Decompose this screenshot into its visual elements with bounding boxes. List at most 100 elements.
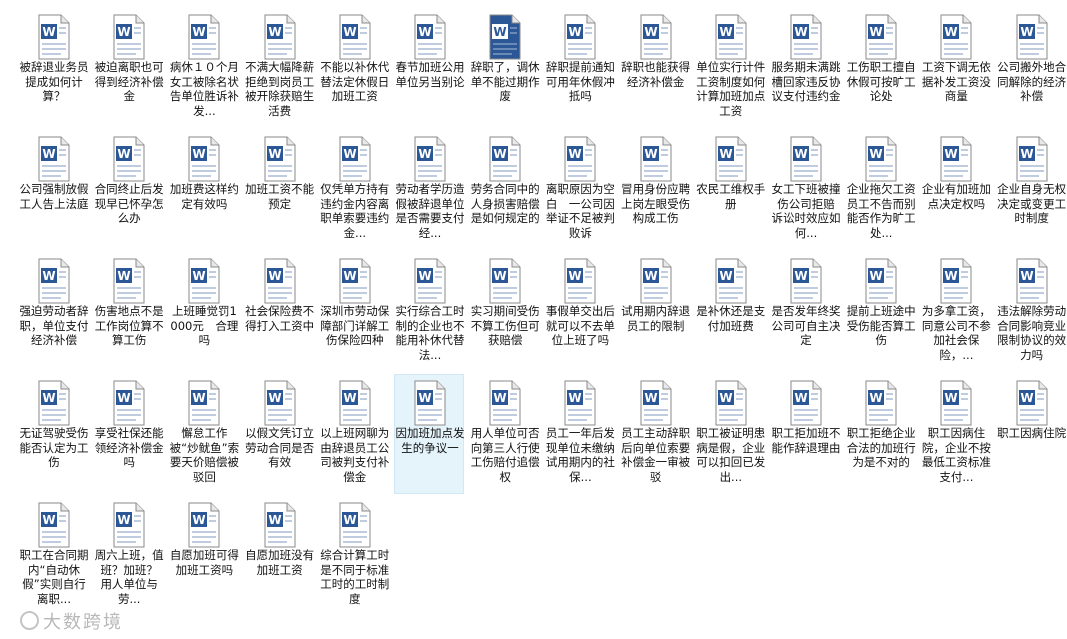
svg-text:W: W [42,269,55,283]
svg-text:W: W [1020,269,1033,283]
file-item[interactable]: W 企业有加班加点决定权吗 [920,130,991,250]
file-item[interactable]: W 懈怠工作被“炒鱿鱼”索要天价赔偿被驳回 [168,374,239,494]
file-item[interactable]: W 劳动者学历造假被辞退单位是否需要支付经... [394,130,465,250]
file-item[interactable]: W 女工下班被撞伤公司拒赔 诉讼时效应如何... [770,130,841,250]
file-item[interactable]: W 综合计算工时是不同于标准工时的工时制度 [319,496,389,616]
file-label: 离职原因为空白 一公司因举证不足被判败诉 [545,182,615,240]
svg-text:W: W [193,513,206,527]
file-item[interactable]: W 辞职也能获得经济补偿金 [620,8,690,128]
file-item[interactable]: W 冒用身份应聘上岗左眼受伤构成工伤 [620,130,690,250]
file-item[interactable]: W 事假单交出后就可以不去单位上班了吗 [544,252,615,372]
word-document-icon: W [414,136,446,182]
file-item[interactable]: W 员工主动辞职后向单位索要补偿金一审被驳 [620,374,690,494]
word-document-icon: W [790,258,822,304]
file-label: 被辞退业务员提成如何计算？ [19,60,89,103]
file-label: 辞职也能获得经济补偿金 [621,60,691,89]
file-item[interactable]: W 企业拖欠工资员工不告而别能否作为旷工处... [845,130,916,250]
file-item[interactable]: W 实行综合工时制的企业也不能用补休代替法... [394,252,465,372]
file-item[interactable]: W 工资下调无依据补发工资没商量 [920,8,991,128]
file-item[interactable]: W 职工在合同期内“自动休假”实则自行离职... [18,496,89,616]
file-item[interactable]: W 试用期内辞退员工的限制 [620,252,690,372]
word-document-icon: W [339,136,371,182]
file-item[interactable]: W 职工被证明患病是假，企业可以扣回已发出... [695,374,765,494]
file-item[interactable]: W 享受社保还能领经济补偿金吗 [93,374,164,494]
word-document-icon: W [790,14,822,60]
svg-text:W: W [418,269,431,283]
file-item[interactable]: W 公司搬外地合同解除的经济补偿 [996,8,1066,128]
file-label: 提前上班途中受伤能否算工伤 [846,304,916,347]
file-item[interactable]: W 自愿加班可得加班工资吗 [168,496,239,616]
file-item[interactable]: W 为多拿工资，同意公司不参加社会保险，... [920,252,991,372]
file-item[interactable]: W 病休１０个月女工被除名状告单位胜诉补发... [168,8,239,128]
file-item[interactable]: W 职工因病住院 [996,374,1066,494]
file-item[interactable]: W 不满大幅降薪拒绝到岗员工被开除获赔生活费 [244,8,314,128]
word-document-icon: W [264,380,296,426]
file-item[interactable]: W 辞职提前通知可用年休假冲抵吗 [544,8,615,128]
file-label: 职工因病住院，企业不按最低工资标准支付... [921,426,991,484]
file-item[interactable]: W 加班费这样约定有效吗 [168,130,239,250]
file-item[interactable]: W 用人单位可否向第三人行使工伤赔付追偿权 [469,374,540,494]
svg-text:W: W [945,269,958,283]
file-label: 周六上班，值班？加班？ 用人单位与劳... [94,548,165,606]
file-label: 社会保险费不得打入工资中 [245,304,315,333]
file-item[interactable]: W 强迫劳动者辞职，单位支付经济补偿 [18,252,89,372]
file-item[interactable]: W 工伤职工擅自休假可按旷工论处 [845,8,916,128]
word-document-icon: W [339,380,371,426]
svg-text:W: W [118,25,131,39]
file-item[interactable]: W 合同终止后发现早已怀孕怎么办 [93,130,164,250]
file-item[interactable]: W 社会保险费不得打入工资中 [244,252,314,372]
file-item[interactable]: W 深圳市劳动保障部门详解工伤保险四种 [319,252,389,372]
file-item[interactable]: W 实习期间受伤不算工伤但可获赔偿 [469,252,540,372]
file-item[interactable]: W 是否发年终奖公司可自主决定 [770,252,841,372]
word-document-icon: W [188,14,220,60]
word-document-icon: W [188,258,220,304]
file-label: 自愿加班没有加班工资 [245,548,315,577]
file-item[interactable]: W 加班工资不能预定 [244,130,314,250]
file-item[interactable]: W 职工因病住院，企业不按最低工资标准支付... [920,374,991,494]
file-item[interactable]: W 被辞退业务员提成如何计算？ [18,8,89,128]
file-item[interactable]: W 无证驾驶受伤能否认定为工伤 [18,374,89,494]
svg-text:W: W [418,25,431,39]
file-item[interactable]: W 职工拒加班不能作辞退理由 [770,374,841,494]
file-item[interactable]: W 农民工维权手册 [695,130,765,250]
file-item[interactable]: W 辞职了，调休单不能过期作废 [469,8,540,128]
file-item[interactable]: W 伤害地点不是工作岗位算不算工伤 [93,252,164,372]
file-item[interactable]: W 自愿加班没有加班工资 [244,496,314,616]
file-item[interactable]: W 被迫离职也可得到经济补偿金 [93,8,164,128]
file-item[interactable]: W 公司强制放假工人告上法庭 [18,130,89,250]
file-item[interactable]: W 服务期未满跳槽回家违反协议支付违约金 [770,8,841,128]
file-item[interactable]: W 劳务合同中的人身损害赔偿是如何规定的 [469,130,540,250]
word-document-icon: W [113,380,145,426]
word-document-icon: W [865,14,897,60]
word-document-icon: W [1016,380,1048,426]
file-item[interactable]: W 因加班加点发生的争议一 [394,374,465,494]
file-item[interactable]: W 以上班网聊为由辞退员工公司被判支付补偿金 [319,374,389,494]
svg-text:W: W [42,513,55,527]
file-item[interactable]: W 职工拒绝企业合法的加班行为是不对的 [845,374,916,494]
svg-text:W: W [794,147,807,161]
file-item[interactable]: W 不能以补休代替法定休假日加班工资 [319,8,389,128]
word-document-icon: W [715,14,747,60]
file-label: 享受社保还能领经济补偿金吗 [94,426,164,469]
file-label: 以上班网聊为由辞退员工公司被判支付补偿金 [320,426,390,484]
file-item[interactable]: W 违法解除劳动合同影响竞业限制协议的效力吗 [996,252,1066,372]
word-document-icon: W [715,380,747,426]
file-item[interactable]: W 离职原因为空白 一公司因举证不足被判败诉 [544,130,615,250]
file-item[interactable]: W 单位实行计件工资制度如何计算加班加点工资 [695,8,765,128]
file-item[interactable]: W 周六上班，值班？加班？ 用人单位与劳... [93,496,165,616]
file-label: 实行综合工时制的企业也不能用补休代替法... [395,304,465,362]
file-item[interactable]: W 以假文凭订立劳动合同是否有效 [244,374,314,494]
file-item[interactable]: W 是补休还是支付加班费 [695,252,765,372]
file-label: 事假单交出后就可以不去单位上班了吗 [545,304,615,347]
svg-text:W: W [494,391,507,405]
file-item[interactable]: W 企业自身无权决定或变更工时制度 [996,130,1066,250]
file-item[interactable]: W 上班睡觉罚1000元 合理吗 [168,252,238,372]
file-item[interactable]: W 仅凭单方持有违约金内容离职单索要违约金... [319,130,389,250]
word-document-icon: W [640,14,672,60]
file-item[interactable]: W 春节加班公用单位另当别论 [394,8,465,128]
file-label: 职工在合同期内“自动休假”实则自行离职... [19,548,89,606]
file-item[interactable]: W 员工一年后发现单位未缴纳试用期内的社保... [544,374,615,494]
svg-text:W: W [1020,25,1033,39]
file-item[interactable]: W 提前上班途中受伤能否算工伤 [845,252,916,372]
file-label: 加班工资不能预定 [245,182,315,211]
